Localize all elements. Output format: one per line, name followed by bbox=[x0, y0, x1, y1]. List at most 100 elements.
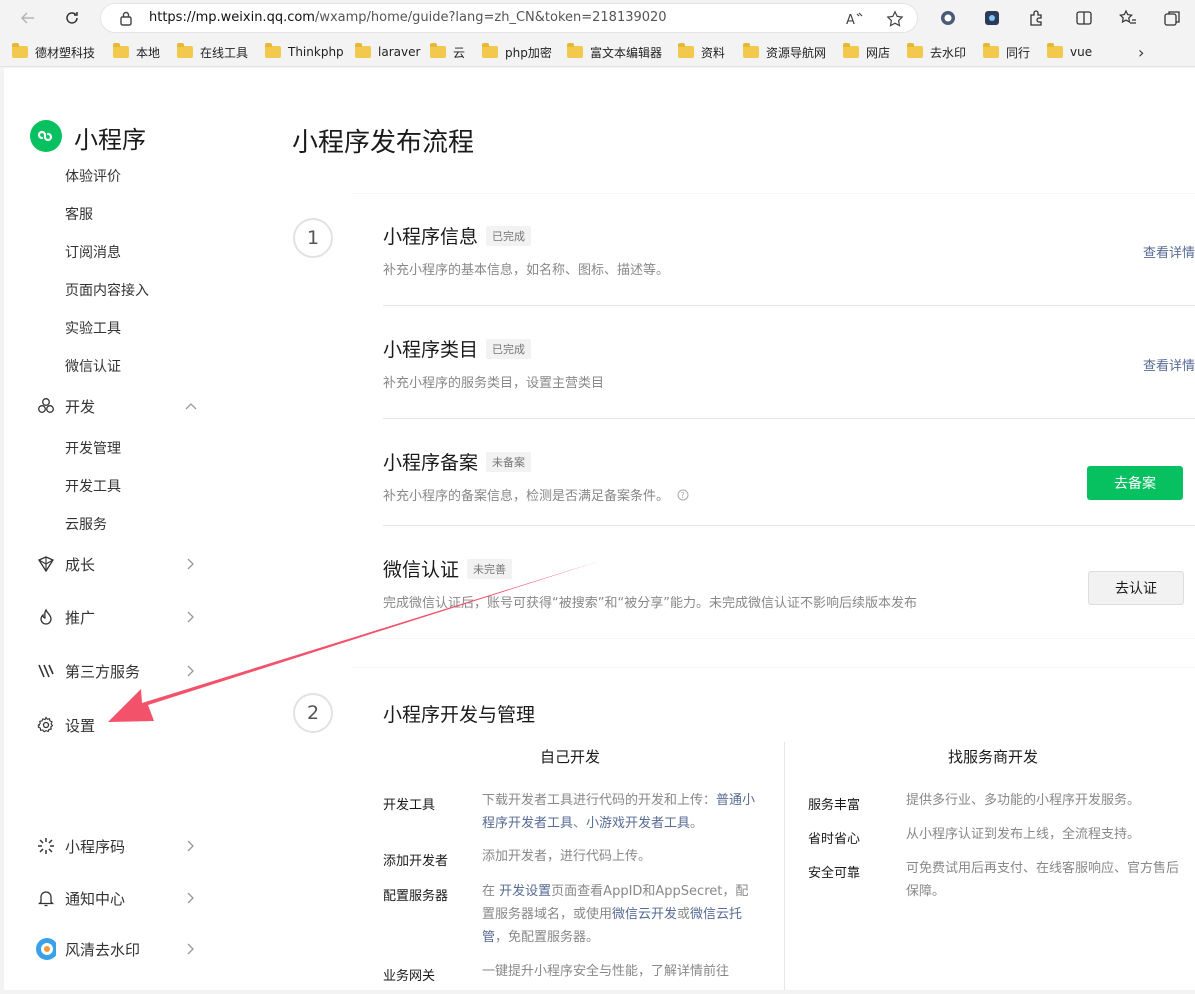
bookmark-folder[interactable]: 网店 bbox=[843, 43, 890, 61]
sidebar-group-settings[interactable]: 设置 bbox=[36, 713, 206, 737]
sidebar-item-lab-tools[interactable]: 实验工具 bbox=[65, 318, 121, 338]
divider bbox=[383, 525, 1195, 526]
feature-label: 开发工具 bbox=[383, 798, 436, 813]
back-button[interactable] bbox=[14, 4, 42, 32]
brand-title: 小程序 bbox=[74, 126, 146, 154]
chevron-right-icon[interactable] bbox=[184, 557, 198, 571]
folder-icon bbox=[567, 43, 583, 58]
favorite-star-icon[interactable] bbox=[885, 9, 905, 29]
split-screen-icon[interactable] bbox=[1072, 6, 1096, 30]
wechat-cloud-dev-link[interactable]: 微信云开发 bbox=[612, 907, 677, 922]
row-description: 补充小程序的备案信息，检测是否满足备案条件。 ? bbox=[383, 485, 689, 504]
sidebar-group-growth[interactable]: 成长 bbox=[36, 552, 206, 576]
chevron-right-icon[interactable] bbox=[184, 942, 198, 956]
feature-label: 业务网关 bbox=[383, 969, 436, 984]
sidebar-group-third-party[interactable]: 第三方服务 bbox=[36, 659, 206, 683]
sidebar-item-page-content[interactable]: 页面内容接入 bbox=[65, 280, 149, 300]
sidebar-item-qrcode-label: 小程序码 bbox=[65, 837, 126, 856]
main-content: 小程序发布流程 1 小程序信息 已完成 补充小程序的基本信息，如名称、图标、描述等… bbox=[244, 68, 1195, 990]
bookmark-folder[interactable]: 去水印 bbox=[907, 43, 966, 61]
folder-icon bbox=[907, 43, 923, 58]
sidebar-item-subscribe-message[interactable]: 订阅消息 bbox=[65, 242, 121, 262]
sidebar-item-notify-label: 通知中心 bbox=[65, 889, 126, 908]
feature-description: 在 开发设置页面查看AppID和AppSecret，配置服务器域名，或使用微信云… bbox=[482, 884, 749, 945]
folder-icon bbox=[482, 43, 498, 58]
sidebar-group-settings-label: 设置 bbox=[65, 716, 96, 735]
chevron-right-icon[interactable] bbox=[184, 664, 198, 678]
bookmarks-more-chevron-icon[interactable]: › bbox=[1138, 43, 1144, 62]
feature-label: 服务丰富 bbox=[808, 798, 861, 813]
chevron-up-icon[interactable] bbox=[184, 399, 198, 413]
bookmark-folder[interactable]: 富文本编辑器 bbox=[567, 43, 662, 61]
feature-description: 添加开发者，进行代码上传。 bbox=[482, 849, 652, 864]
row-title: 微信认证 未完善 bbox=[383, 555, 513, 582]
chevron-right-icon[interactable] bbox=[184, 891, 198, 905]
bookmark-folder[interactable]: laraver bbox=[355, 43, 420, 61]
browser-toolbar: https://mp.weixin.qq.com/wxamp/home/guid… bbox=[0, 0, 1195, 36]
feature-description: 提供多行业、多功能的小程序开发服务。 bbox=[906, 793, 1141, 808]
self-dev-header: 自己开发 bbox=[540, 748, 601, 766]
bookmark-folder[interactable]: 云 bbox=[430, 43, 465, 61]
avatar bbox=[36, 938, 56, 960]
folder-icon bbox=[678, 43, 694, 58]
dev-settings-link[interactable]: 开发设置 bbox=[499, 884, 551, 899]
folder-icon bbox=[177, 43, 193, 58]
sidebar-item-qrcode[interactable]: 小程序码 bbox=[36, 834, 206, 858]
sidebar-item-customer-service[interactable]: 客服 bbox=[65, 204, 93, 224]
row-description: 完成微信认证后，账号可获得“被搜索”和“被分享”能力。未完成微信认证不影响后续版… bbox=[383, 596, 917, 611]
status-badge: 已完成 bbox=[486, 339, 532, 359]
feature-description: 可免费试用后再支付、在线客服响应、官方售后保障。 bbox=[906, 861, 1180, 899]
favorites-icon[interactable] bbox=[1116, 6, 1140, 30]
bookmark-folder[interactable]: 德材塑科技 bbox=[12, 43, 95, 61]
bookmark-folder[interactable]: 在线工具 bbox=[177, 43, 248, 61]
bookmark-folder[interactable]: 资料 bbox=[678, 43, 725, 61]
feature-label: 省时省心 bbox=[808, 832, 861, 847]
sidebar-item-wechat-verify[interactable]: 微信认证 bbox=[65, 356, 121, 376]
sidebar-item-experience-rating[interactable]: 体验评价 bbox=[65, 166, 121, 186]
folder-icon bbox=[983, 43, 999, 58]
gear-icon bbox=[36, 715, 56, 735]
view-details-link[interactable]: 查看详情 bbox=[1143, 355, 1195, 374]
extension-icon-1[interactable] bbox=[936, 6, 960, 30]
folder-icon bbox=[113, 43, 129, 58]
sidebar-item-dev-tools[interactable]: 开发工具 bbox=[65, 476, 121, 496]
qrcode-icon bbox=[36, 836, 56, 856]
chevron-right-icon[interactable] bbox=[184, 839, 198, 853]
sidebar-item-dev-management[interactable]: 开发管理 bbox=[65, 438, 121, 458]
step-number: 1 bbox=[293, 218, 333, 258]
bookmark-folder[interactable]: vue bbox=[1047, 43, 1092, 61]
feature-label: 安全可靠 bbox=[808, 866, 861, 881]
sidebar-item-cloud-service[interactable]: 云服务 bbox=[65, 514, 107, 534]
bookmark-folder[interactable]: php加密 bbox=[482, 43, 552, 61]
sidebar-group-promotion[interactable]: 推广 bbox=[36, 605, 206, 629]
sidebar-group-third-party-label: 第三方服务 bbox=[65, 662, 141, 681]
bell-icon bbox=[36, 888, 56, 908]
bookmark-folder[interactable]: 本地 bbox=[113, 43, 160, 61]
column-divider bbox=[784, 742, 785, 990]
bookmark-folder[interactable]: Thinkphp bbox=[265, 43, 344, 61]
folder-icon bbox=[743, 43, 759, 58]
extensions-puzzle-icon[interactable] bbox=[1024, 6, 1048, 30]
go-verify-button[interactable]: 去认证 bbox=[1088, 571, 1184, 605]
reload-button[interactable] bbox=[58, 4, 86, 32]
chevron-right-icon[interactable] bbox=[184, 610, 198, 624]
row-description: 补充小程序的基本信息，如名称、图标、描述等。 bbox=[383, 263, 670, 278]
folder-icon bbox=[1047, 43, 1063, 58]
sidebar-account[interactable]: 风清去水印 bbox=[36, 937, 206, 961]
extension-icon-2[interactable] bbox=[980, 6, 1004, 30]
collections-icon[interactable] bbox=[1160, 6, 1184, 30]
feature-description: 一键提升小程序安全与性能，了解详情前往 bbox=[482, 964, 730, 979]
sidebar-group-dev[interactable]: 开发 bbox=[36, 394, 206, 418]
game-dev-tools-link[interactable]: 小游戏开发者工具 bbox=[586, 816, 690, 831]
page-title: 小程序发布流程 bbox=[292, 128, 475, 158]
view-details-link[interactable]: 查看详情 bbox=[1143, 242, 1195, 261]
go-filing-button[interactable]: 去备案 bbox=[1087, 466, 1183, 500]
status-badge: 已完成 bbox=[486, 226, 532, 246]
row-title: 小程序类目 已完成 bbox=[383, 335, 532, 362]
sidebar: 小程序 体验评价 客服 订阅消息 页面内容接入 实验工具 微信认证 开发 开发管… bbox=[4, 68, 244, 990]
sidebar-item-notify-center[interactable]: 通知中心 bbox=[36, 886, 206, 910]
bookmark-folder[interactable]: 同行 bbox=[983, 43, 1030, 61]
read-aloud-icon[interactable]: A bbox=[845, 9, 865, 29]
address-bar[interactable]: https://mp.weixin.qq.com/wxamp/home/guid… bbox=[100, 3, 918, 33]
bookmark-folder[interactable]: 资源导航网 bbox=[743, 43, 826, 61]
